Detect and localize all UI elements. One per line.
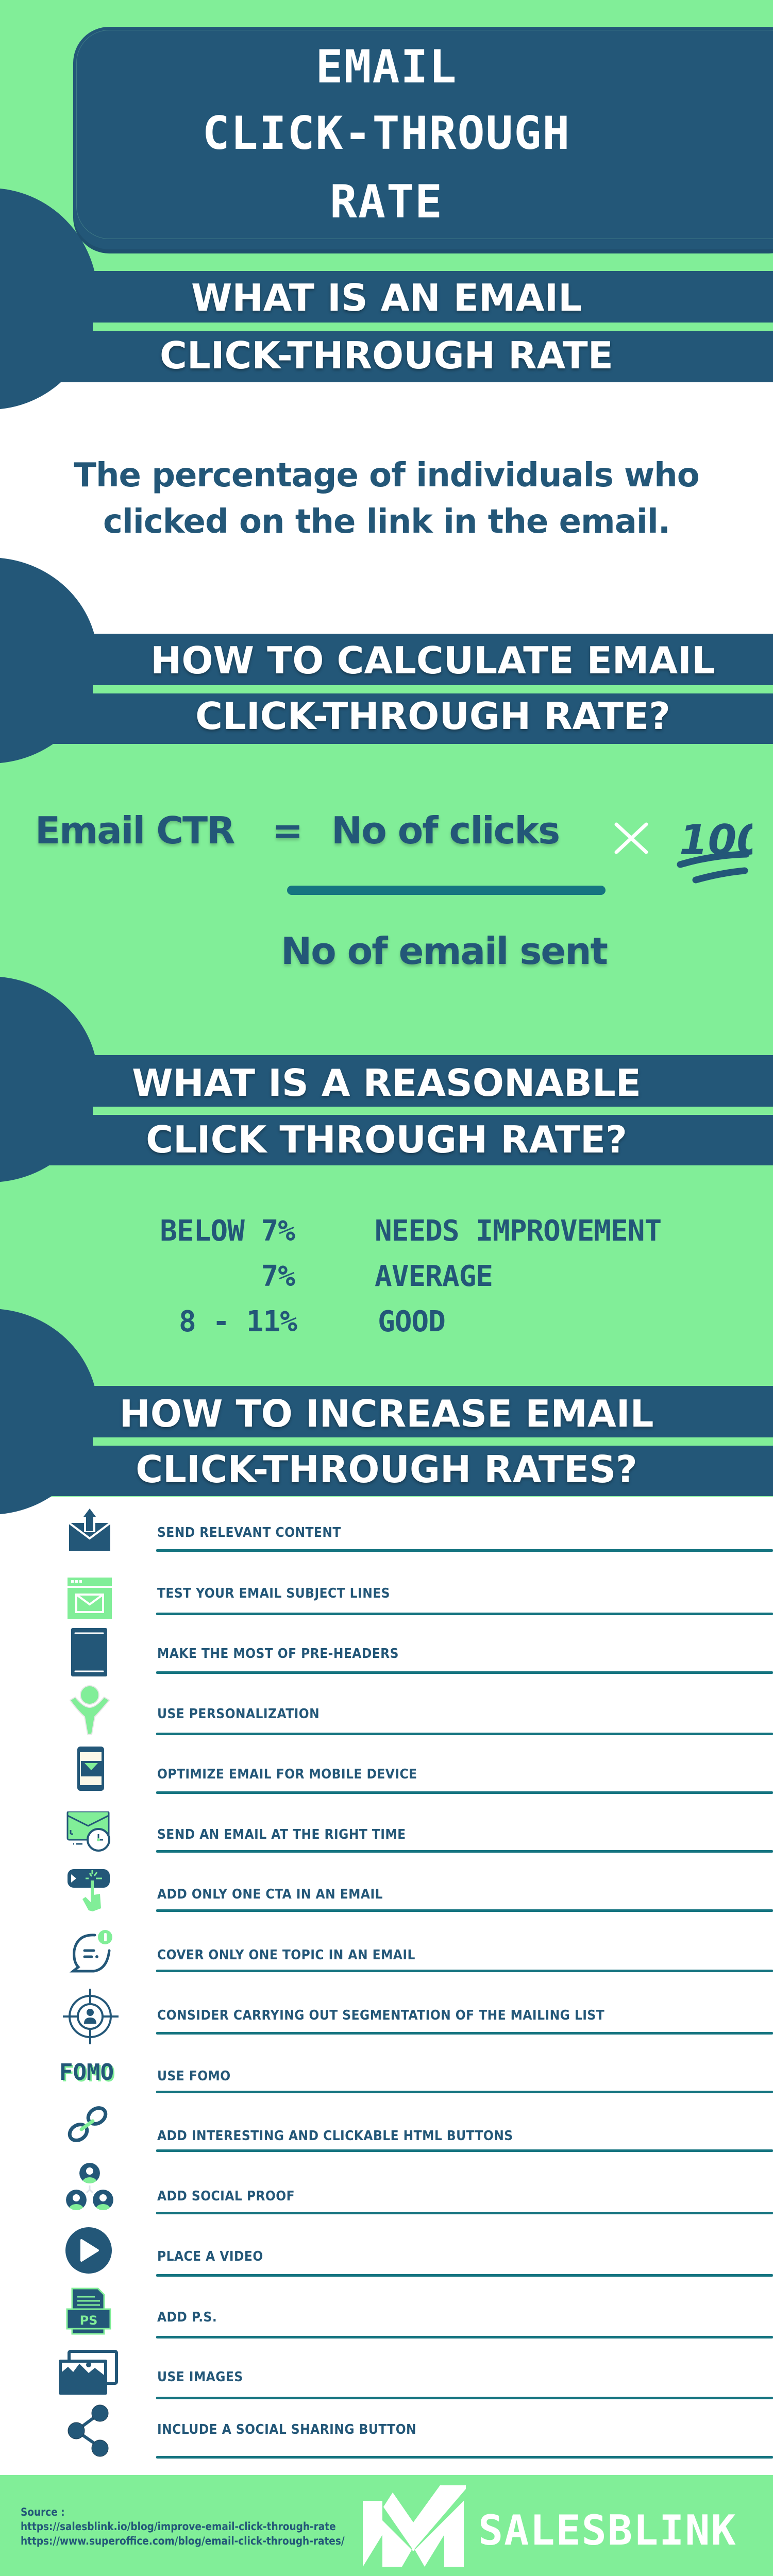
formula-denominator: No of email sent bbox=[281, 929, 608, 973]
ps-document-icon: PS bbox=[63, 2287, 114, 2339]
tip-divider bbox=[156, 1791, 773, 1794]
tip-text: TEST YOUR EMAIL SUBJECT LINES bbox=[157, 1586, 390, 1601]
email-clock-icon bbox=[63, 1810, 114, 1863]
tip-divider bbox=[156, 1613, 773, 1615]
formula-numerator: No of clicks bbox=[331, 809, 560, 852]
section-heading-line-1: HOW TO INCREASE EMAIL bbox=[119, 1392, 654, 1435]
images-icon bbox=[59, 2349, 121, 2401]
benchmark-label: AVERAGE bbox=[375, 1260, 493, 1293]
fomo-icon: FOMO FOMO bbox=[59, 2059, 126, 2111]
tip-divider bbox=[156, 1909, 773, 1912]
tip-text: USE IMAGES bbox=[157, 2369, 243, 2385]
section-heading-line-2: CLICK-THROUGH RATE? bbox=[195, 694, 670, 738]
banner-stripe bbox=[93, 685, 773, 693]
source-label: Source : bbox=[21, 2506, 65, 2518]
benchmark-label: GOOD bbox=[378, 1305, 446, 1338]
section-heading-line-2: CLICK THROUGH RATE? bbox=[146, 1118, 627, 1161]
section-heading-line-1: HOW TO CALCULATE EMAIL bbox=[150, 639, 715, 682]
banner-stripe bbox=[93, 323, 773, 331]
tip-text: COVER ONLY ONE TOPIC IN AN EMAIL bbox=[157, 1947, 415, 1963]
link-icon bbox=[63, 2105, 114, 2156]
tip-divider bbox=[156, 1850, 773, 1853]
tip-divider bbox=[156, 1671, 773, 1674]
tip-divider bbox=[156, 2397, 773, 2399]
tip-divider bbox=[156, 2149, 773, 2152]
section-banner-reasonable: WHAT IS A REASONABLE CLICK THROUGH RATE? bbox=[0, 1055, 773, 1165]
chat-bubble-icon bbox=[63, 1930, 114, 1981]
section-banner-increase: HOW TO INCREASE EMAIL CLICK-THROUGH RATE… bbox=[0, 1386, 773, 1496]
hundred-points-icon: 100 bbox=[675, 813, 765, 885]
section-banner-definition: WHAT IS AN EMAIL CLICK-THROUGH RATE bbox=[0, 271, 773, 382]
play-icon bbox=[63, 2227, 114, 2278]
formula-equals: = bbox=[272, 809, 303, 852]
banner-stripe bbox=[93, 1107, 773, 1115]
tip-divider bbox=[156, 2456, 773, 2459]
target-user-icon bbox=[63, 1989, 119, 2044]
tip-divider bbox=[156, 1970, 773, 1972]
tip-text: MAKE THE MOST OF PRE-HEADERS bbox=[157, 1646, 399, 1662]
tip-text: ADD P.S. bbox=[157, 2310, 217, 2325]
definition-text: The percentage of individuals who clicke… bbox=[74, 456, 699, 541]
mobile-email-icon bbox=[63, 1747, 114, 1798]
benchmark-label: NEEDS IMPROVEMENT bbox=[375, 1214, 662, 1248]
email-window-icon bbox=[63, 1571, 114, 1623]
tip-text: ADD SOCIAL PROOF bbox=[157, 2189, 295, 2204]
multiply-icon bbox=[613, 821, 649, 855]
section-heading-line-1: WHAT IS A REASONABLE bbox=[132, 1061, 641, 1105]
section-heading-line-1: WHAT IS AN EMAIL bbox=[191, 276, 582, 319]
click-button-icon bbox=[63, 1869, 114, 1921]
tip-divider bbox=[156, 2336, 773, 2338]
tip-text: PLACE A VIDEO bbox=[157, 2249, 263, 2264]
person-icon bbox=[63, 1684, 114, 1735]
section-banner-calculate: HOW TO CALCULATE EMAIL CLICK-THROUGH RAT… bbox=[0, 634, 773, 744]
formula-lhs: Email CTR bbox=[35, 809, 236, 852]
benchmark-range: 8 - 11% bbox=[178, 1305, 297, 1338]
section-heading-line-2: CLICK-THROUGH RATE bbox=[160, 334, 613, 377]
tip-text: ADD ONLY ONE CTA IN AN EMAIL bbox=[157, 1887, 383, 1902]
social-network-icon bbox=[63, 2163, 114, 2214]
tip-text: ADD INTERESTING AND CLICKABLE HTML BUTTO… bbox=[157, 2128, 513, 2144]
brand-name: SALESBLINK bbox=[478, 2506, 737, 2554]
tablet-icon bbox=[63, 1625, 114, 1676]
tip-divider bbox=[156, 1549, 773, 1552]
tip-divider bbox=[156, 2212, 773, 2214]
svg-text:PS: PS bbox=[80, 2313, 98, 2328]
banner-stripe bbox=[93, 1437, 773, 1446]
section-heading-line-2: CLICK-THROUGH RATES? bbox=[136, 1448, 637, 1491]
tip-text: SEND RELEVANT CONTENT bbox=[157, 1525, 341, 1540]
page-title-line-2: CLICK-THROUGH bbox=[202, 107, 571, 160]
tip-text: CONSIDER CARRYING OUT SEGMENTATION OF TH… bbox=[157, 2008, 605, 2023]
page-title-line-3: RATE bbox=[330, 175, 443, 228]
source-link[interactable]: https://salesblink.io/blog/improve-email… bbox=[21, 2521, 336, 2532]
svg-text:FOMO: FOMO bbox=[59, 2060, 114, 2086]
source-link[interactable]: https://www.superoffice.com/blog/email-c… bbox=[21, 2536, 345, 2547]
fraction-divider bbox=[287, 886, 606, 895]
benchmark-range: 7% bbox=[261, 1260, 295, 1293]
tip-text: USE FOMO bbox=[157, 2069, 231, 2084]
page-title-line-1: EMAIL bbox=[315, 40, 458, 93]
tip-divider bbox=[156, 1733, 773, 1735]
tip-divider bbox=[156, 2091, 773, 2093]
tip-text: SEND AN EMAIL AT THE RIGHT TIME bbox=[157, 1827, 406, 1842]
tip-divider bbox=[156, 2274, 773, 2277]
tip-text: OPTIMIZE EMAIL FOR MOBILE DEVICE bbox=[157, 1767, 417, 1782]
tip-text: INCLUDE A SOCIAL SHARING BUTTON bbox=[157, 2422, 417, 2437]
tip-divider bbox=[156, 2032, 773, 2035]
email-send-icon bbox=[63, 1505, 114, 1557]
benchmark-range: BELOW 7% bbox=[160, 1214, 295, 1248]
share-icon bbox=[63, 2403, 114, 2457]
tip-text: USE PERSONALIZATION bbox=[157, 1706, 320, 1722]
salesblink-logo-icon bbox=[363, 2485, 469, 2568]
tips-section-background bbox=[0, 1497, 773, 2476]
